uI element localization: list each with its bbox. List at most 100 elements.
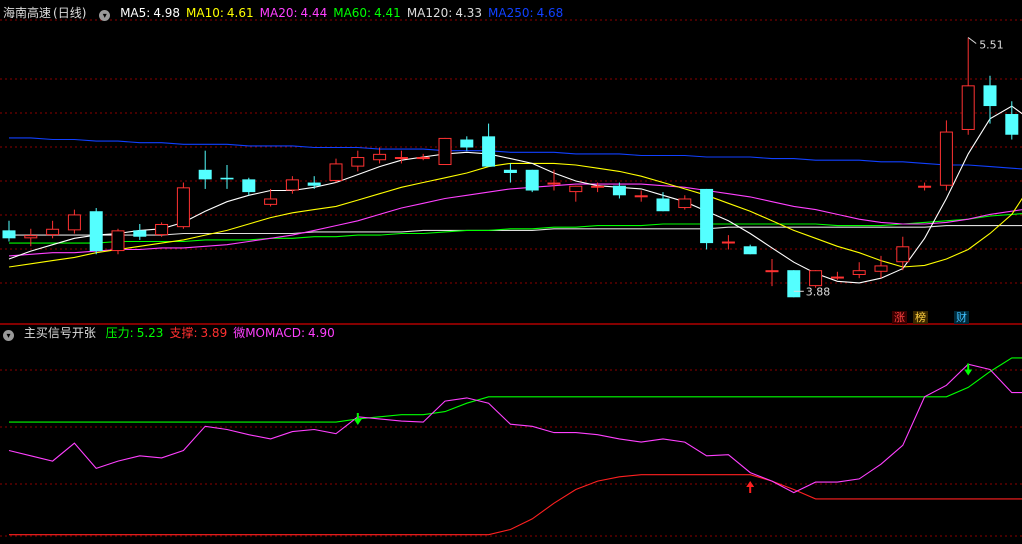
candle[interactable] (155, 222, 169, 237)
indicator-legend-item: 微MOMACD: 4.90 (233, 326, 335, 340)
candle-body (525, 169, 539, 191)
candle[interactable] (656, 192, 670, 212)
candle[interactable] (918, 182, 932, 191)
candle-body (482, 136, 496, 167)
indicator-settings-icon[interactable]: ▾ (3, 330, 14, 341)
candle[interactable] (416, 153, 430, 161)
candle[interactable] (787, 270, 801, 298)
low-price-label: 3.88 (806, 285, 831, 298)
candle-body (46, 228, 60, 236)
candle[interactable] (634, 190, 648, 202)
indicator-series-line (8, 363, 1022, 494)
candle[interactable] (852, 262, 866, 279)
ma-legend-item: MA10: 4.61 (186, 6, 254, 20)
candle[interactable] (24, 228, 38, 247)
candle[interactable] (111, 228, 125, 255)
candle[interactable] (220, 165, 234, 189)
candle-body (460, 139, 474, 148)
candle[interactable] (678, 195, 692, 210)
indicator-legend-value: 5.23 (136, 326, 164, 340)
candle-body (242, 179, 256, 193)
candle-body (220, 177, 234, 180)
indicator-legend-label: 微MOMACD: (233, 326, 306, 340)
candle[interactable] (547, 169, 561, 191)
indicator-series-line (9, 357, 1022, 423)
badge-zhang[interactable]: 涨 (892, 311, 907, 324)
candle-body (983, 85, 997, 107)
candle-body (830, 276, 844, 279)
ma-legend-list: MA5: 4.98 MA10: 4.61 MA20: 4.44 MA60: 4.41 MA120… (120, 6, 569, 20)
candle-body (961, 85, 975, 130)
candle-body (198, 169, 212, 180)
candle[interactable] (503, 163, 517, 183)
candle-body (438, 137, 452, 166)
ma250-line (9, 137, 1022, 170)
candle-body (591, 185, 605, 188)
candle[interactable] (46, 220, 60, 239)
period-label: 日线 (57, 6, 82, 20)
candle[interactable] (743, 244, 757, 255)
indicator-legend: ▾ 主买信号开张 压力: 5.23 支撑: 3.89 微MOMACD: 4.90 (0, 324, 341, 342)
candle[interactable] (569, 185, 583, 202)
candle[interactable] (307, 176, 321, 189)
ma-legend-value: 4.44 (300, 6, 328, 20)
badge-bang-label: 榜 (915, 311, 926, 324)
ma-legend-value: 4.33 (455, 6, 483, 20)
candle[interactable] (285, 176, 299, 194)
candle[interactable] (612, 182, 626, 199)
candle-body (394, 157, 408, 160)
candle[interactable] (1005, 101, 1019, 140)
candle[interactable] (438, 137, 452, 166)
candle[interactable] (198, 150, 212, 189)
candle[interactable] (329, 158, 343, 183)
candle-body (918, 185, 932, 188)
candle[interactable] (961, 37, 975, 135)
candle[interactable] (896, 236, 910, 271)
kline-chart[interactable]: 5.51 3.88 (0, 0, 1022, 544)
candle[interactable] (765, 259, 779, 287)
ma-legend-value: 4.68 (536, 6, 564, 20)
candle-body (678, 198, 692, 209)
badge-zhang-label: 涨 (894, 311, 905, 324)
ma-legend-label: MA20: (259, 6, 298, 20)
badge-cai[interactable]: 财 (954, 311, 969, 324)
candle[interactable] (721, 235, 735, 250)
candle[interactable] (939, 120, 953, 191)
candle[interactable] (525, 169, 539, 193)
ma-legend-item: MA5: 4.98 (120, 6, 180, 20)
indicator-legend-item: 支撑: 3.89 (169, 326, 227, 340)
candle[interactable] (242, 177, 256, 196)
candle[interactable] (67, 209, 81, 234)
stock-name[interactable]: 海南高速 (3, 6, 51, 20)
candle-body (373, 153, 387, 161)
candle-body (416, 157, 430, 160)
ma-legend-item: MA20: 4.44 (260, 6, 328, 20)
ma-legend-value: 4.41 (374, 6, 401, 20)
candle[interactable] (2, 220, 16, 242)
ma-legend-label: MA120: (406, 6, 453, 20)
settings-circle-icon[interactable]: ▾ (99, 10, 111, 21)
candlesticks[interactable] (2, 37, 1022, 298)
candle-body (787, 270, 801, 298)
candle[interactable] (700, 188, 714, 250)
candle-body (133, 230, 147, 237)
badge-bang[interactable]: 榜 (913, 311, 928, 324)
signal-arrows (353, 363, 973, 494)
candle[interactable] (133, 223, 147, 240)
candle[interactable] (830, 271, 844, 280)
candle[interactable] (460, 136, 474, 151)
candle[interactable] (176, 182, 190, 229)
candle-body (264, 198, 278, 205)
candle-body (307, 182, 321, 186)
candle[interactable] (351, 150, 365, 172)
candle-body (809, 270, 823, 287)
candle[interactable] (482, 123, 496, 167)
candle[interactable] (89, 208, 103, 255)
indicator-name[interactable]: 主买信号开张 (24, 326, 96, 340)
ma-legend-label: MA10: (186, 6, 224, 20)
ma-legend-label: MA250: (488, 6, 534, 20)
candle[interactable] (373, 147, 387, 164)
candle-body (569, 185, 583, 193)
candle-body (612, 185, 626, 196)
grid-lines (0, 19, 1022, 537)
